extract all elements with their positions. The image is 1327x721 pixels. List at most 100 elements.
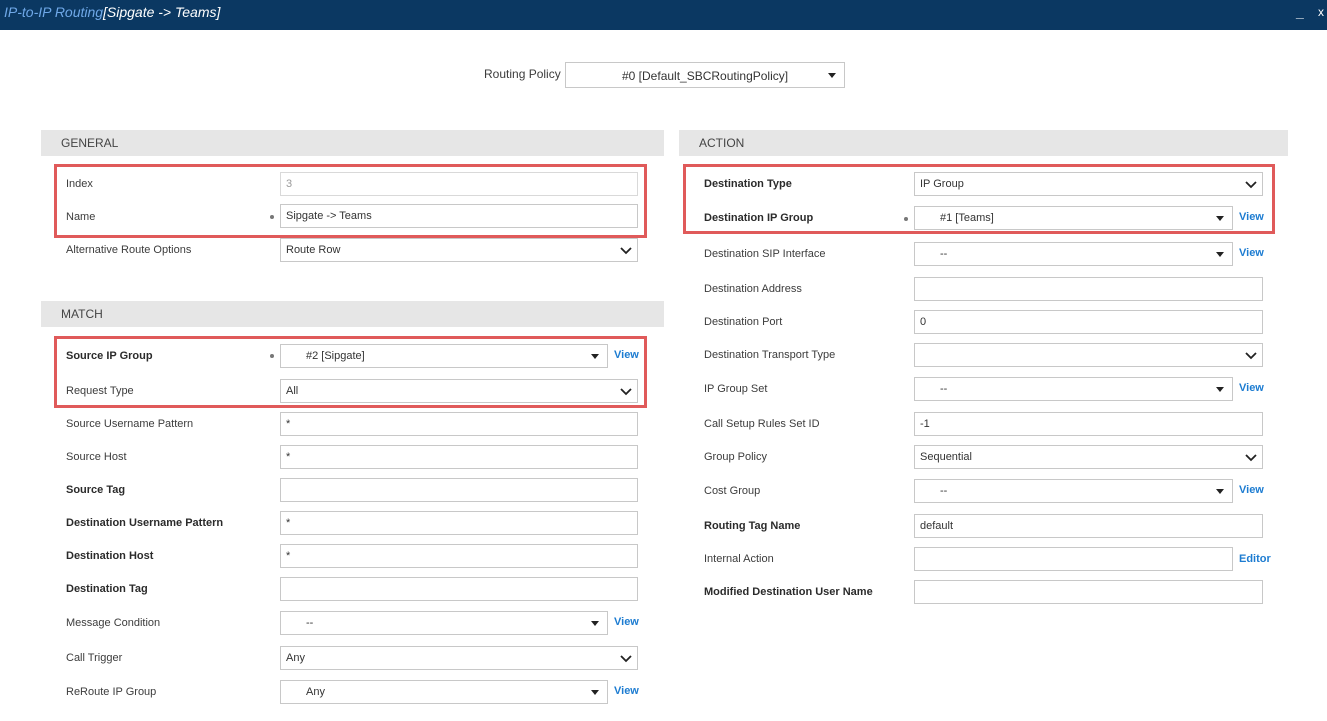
source-username-field[interactable]: * — [280, 412, 638, 436]
routing-tag-field[interactable]: default — [914, 514, 1263, 538]
dest-type-select[interactable]: IP Group — [914, 172, 1263, 196]
dest-ip-group-label: Destination IP Group — [704, 212, 814, 224]
request-type-select[interactable]: All — [280, 379, 638, 403]
internal-action-field[interactable] — [914, 547, 1233, 571]
internal-action-label: Internal Action — [704, 553, 774, 565]
cost-group-select[interactable]: -- — [914, 479, 1233, 503]
general-section-header: GENERAL — [41, 130, 664, 156]
name-field[interactable]: Sipgate -> Teams — [280, 204, 638, 228]
chevron-down-icon — [619, 384, 633, 398]
routing-tag-label: Routing Tag Name — [704, 520, 801, 532]
match-header-text: MATCH — [61, 307, 103, 321]
dest-username-value: * — [286, 517, 291, 529]
modified-dest-user-label: Modified Destination User Name — [704, 586, 873, 598]
message-condition-value: -- — [306, 617, 314, 629]
cost-group-value: -- — [940, 485, 948, 497]
index-label: Index — [66, 178, 93, 190]
name-value: Sipgate -> Teams — [286, 210, 372, 222]
group-policy-label: Group Policy — [704, 451, 767, 463]
routing-tag-value: default — [920, 520, 954, 532]
source-username-label: Source Username Pattern — [66, 418, 194, 430]
alt-route-value: Route Row — [286, 244, 341, 256]
cost-group-view-link[interactable]: View — [1239, 484, 1264, 496]
chevron-down-icon — [619, 243, 633, 257]
dest-port-label: Destination Port — [704, 316, 783, 328]
reroute-ip-group-label: ReRoute IP Group — [66, 686, 157, 698]
group-policy-select[interactable]: Sequential — [914, 445, 1263, 469]
ip-group-set-view-link[interactable]: View — [1239, 382, 1264, 394]
source-tag-field[interactable] — [280, 478, 638, 502]
dest-sip-interface-view-link[interactable]: View — [1239, 247, 1264, 259]
dropdown-triangle-icon — [1216, 387, 1224, 392]
call-setup-field[interactable]: -1 — [914, 412, 1263, 436]
routing-policy-label: Routing Policy — [484, 67, 561, 81]
source-ip-group-value: #2 [Sipgate] — [306, 350, 365, 362]
dest-ip-group-view-link[interactable]: View — [1239, 211, 1264, 223]
reroute-ip-group-view-link[interactable]: View — [614, 685, 639, 697]
cost-group-label: Cost Group — [704, 485, 761, 497]
dest-sip-interface-label: Destination SIP Interface — [704, 248, 826, 260]
dest-transport-label: Destination Transport Type — [704, 349, 836, 361]
call-trigger-label: Call Trigger — [66, 652, 123, 664]
index-value: 3 — [286, 178, 293, 190]
dest-address-label: Destination Address — [704, 283, 802, 295]
action-section-header: ACTION — [679, 130, 1288, 156]
window-title-item: [Sipgate -> Teams] — [103, 4, 221, 20]
call-trigger-value: Any — [286, 652, 305, 664]
alt-route-select[interactable]: Route Row — [280, 238, 638, 262]
routing-policy-value: #0 [Default_SBCRoutingPolicy] — [622, 69, 789, 83]
action-header-text: ACTION — [699, 136, 745, 150]
source-host-field[interactable]: * — [280, 445, 638, 469]
dest-port-field[interactable]: 0 — [914, 310, 1263, 334]
dest-port-value: 0 — [920, 316, 927, 328]
ip-group-set-label: IP Group Set — [704, 383, 768, 395]
call-trigger-select[interactable]: Any — [280, 646, 638, 670]
dest-tag-label: Destination Tag — [66, 583, 148, 595]
dest-username-label: Destination Username Pattern — [66, 517, 224, 529]
source-ip-group-select[interactable]: #2 [Sipgate] — [280, 344, 608, 368]
group-policy-value: Sequential — [920, 451, 972, 463]
required-dot-icon — [270, 215, 274, 219]
general-header-text: GENERAL — [61, 136, 119, 150]
message-condition-label: Message Condition — [66, 617, 161, 629]
message-condition-select[interactable]: -- — [280, 611, 608, 635]
dest-transport-select[interactable] — [914, 343, 1263, 367]
dropdown-triangle-icon — [591, 690, 599, 695]
call-setup-value: -1 — [920, 418, 930, 430]
dest-ip-group-select[interactable]: #1 [Teams] — [914, 206, 1233, 230]
chevron-down-icon — [1244, 177, 1258, 191]
dest-host-field[interactable]: * — [280, 544, 638, 568]
dest-sip-interface-value: -- — [940, 248, 948, 260]
reroute-ip-group-select[interactable]: Any — [280, 680, 608, 704]
source-host-label: Source Host — [66, 451, 127, 463]
window-titlebar: IP-to-IP Routing [Sipgate -> Teams] _ x — [0, 0, 1327, 30]
routing-policy-select[interactable]: #0 [Default_SBCRoutingPolicy] — [565, 62, 845, 88]
dest-type-label: Destination Type — [704, 178, 792, 190]
source-tag-label: Source Tag — [66, 484, 126, 496]
dropdown-triangle-icon — [591, 354, 599, 359]
reroute-ip-group-value: Any — [306, 686, 325, 698]
ip-group-set-value: -- — [940, 383, 948, 395]
dest-address-field[interactable] — [914, 277, 1263, 301]
request-type-label: Request Type — [66, 385, 134, 397]
name-label: Name — [66, 211, 96, 223]
ip-group-set-select[interactable]: -- — [914, 377, 1233, 401]
source-ip-group-view-link[interactable]: View — [614, 349, 639, 361]
required-dot-icon — [270, 354, 274, 358]
dest-ip-group-value: #1 [Teams] — [940, 212, 994, 224]
minimize-button[interactable]: _ — [1296, 4, 1304, 20]
alt-route-label: Alternative Route Options — [66, 244, 192, 256]
dest-tag-field[interactable] — [280, 577, 638, 601]
dest-username-field[interactable]: * — [280, 511, 638, 535]
required-dot-icon — [904, 217, 908, 221]
close-button[interactable]: x — [1318, 5, 1324, 19]
match-section-header: MATCH — [41, 301, 664, 327]
chevron-down-icon — [1244, 348, 1258, 362]
source-host-value: * — [286, 451, 291, 463]
message-condition-view-link[interactable]: View — [614, 616, 639, 628]
modified-dest-user-field[interactable] — [914, 580, 1263, 604]
dest-sip-interface-select[interactable]: -- — [914, 242, 1233, 266]
chevron-down-icon — [1244, 450, 1258, 464]
dropdown-triangle-icon — [828, 73, 836, 78]
internal-action-editor-link[interactable]: Editor — [1239, 553, 1271, 565]
